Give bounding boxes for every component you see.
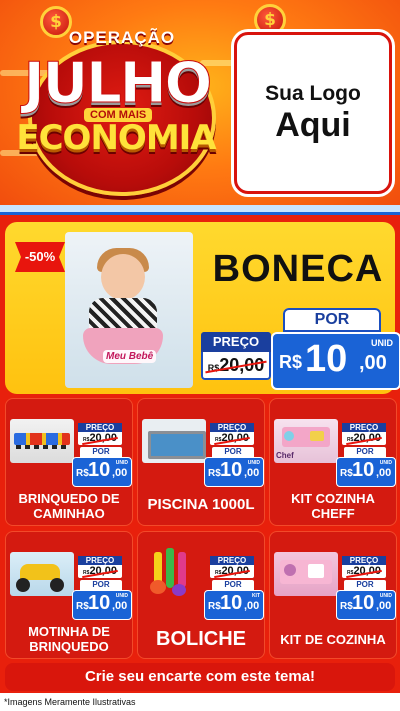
por-label: POR [80, 580, 122, 590]
old-price-box: PREÇO R$20,00 [210, 423, 254, 445]
product-name: PISCINA 1000L [147, 496, 255, 513]
kitchen-toy-icon [274, 552, 338, 596]
preco-label: PREÇO [342, 423, 386, 432]
bowling-pins-icon [142, 546, 206, 598]
currency: R$ [76, 468, 89, 479]
por-label: POR [283, 308, 381, 332]
old-price-box: PREÇO R$20,00 [201, 332, 271, 380]
logo-text-line1: Sua Logo [265, 82, 361, 105]
old-price-box: PREÇO R$20,00 [78, 556, 122, 578]
price-integer: 10 [352, 459, 375, 481]
preco-label: PREÇO [78, 556, 122, 565]
toy-trucks-icon [10, 419, 74, 463]
chef-label: Chef [276, 451, 294, 460]
discount-badge: -50% [15, 242, 65, 272]
new-price-box: R$ 10 ,00 UNID [336, 457, 396, 487]
price-integer: 10 [220, 592, 243, 614]
product-name: KIT DE COZINHA [280, 632, 386, 647]
price-unit: UNID [379, 593, 392, 599]
currency: R$ [340, 468, 353, 479]
product-name: KIT COZINHA CHEFF [291, 491, 375, 521]
title-economia: ECONOMIA [16, 118, 216, 158]
price-decimal: ,00 [376, 600, 392, 612]
price-decimal: ,00 [112, 600, 128, 612]
price-decimal: ,00 [244, 600, 260, 612]
price-integer: 10 [88, 459, 111, 481]
doll-head [101, 254, 145, 300]
new-price-box: R$ 10 ,00 UNID [204, 457, 264, 487]
preco-label: PREÇO [342, 556, 386, 565]
por-label: POR [80, 447, 122, 457]
price-decimal: ,00 [359, 352, 387, 374]
cta-banner[interactable]: Crie seu encarte com este tema! [5, 663, 395, 691]
price-decimal: ,00 [376, 467, 392, 479]
logo-placeholder: Sua Logo Aqui [234, 32, 392, 194]
price-unit: UNID [247, 460, 260, 466]
currency: R$ [340, 601, 353, 612]
old-price: R$20,00 [210, 565, 254, 580]
price-unit: UNID [115, 460, 128, 466]
por-label: POR [344, 447, 386, 457]
old-price: R$20,00 [210, 432, 254, 447]
featured-product-card: Meu Bebê -50% BONECA PREÇO R$20,00 POR R… [5, 222, 400, 394]
currency: R$ [208, 601, 221, 612]
price-integer: 10 [305, 338, 348, 380]
product-name: BOLICHE [156, 628, 246, 650]
divider-blue [0, 212, 400, 215]
product-card: PREÇO R$20,00 POR R$ 10 ,00 KIT BOLICHE [137, 531, 265, 659]
price-integer: 10 [220, 459, 243, 481]
new-price-box: R$ 10 ,00 UNID [271, 332, 400, 390]
old-price: R$20,00 [342, 565, 386, 580]
old-price-box: PREÇO R$20,00 [210, 556, 254, 578]
product-card: Chef PREÇO R$20,00 POR R$ 10 ,00 UNID KI… [269, 398, 397, 526]
pool-icon [142, 419, 206, 463]
preco-label: PREÇO [210, 423, 254, 432]
preco-label: PREÇO [210, 556, 254, 565]
product-name: MOTINHA DE BRINQUEDO [28, 624, 110, 654]
disclaimer-footer: *Imagens Meramente Ilustrativas [0, 693, 400, 711]
product-card: PREÇO R$20,00 POR R$ 10 ,00 UNID MOTINHA… [5, 531, 133, 659]
currency: R$ [279, 352, 303, 372]
logo-text-line2: Aqui [275, 106, 351, 144]
product-card: PREÇO R$20,00 POR R$ 10 ,00 UNID BRINQUE… [5, 398, 133, 526]
por-label: POR [344, 580, 386, 590]
new-price-box: R$ 10 ,00 UNID [336, 590, 396, 620]
price-unit: UNID [115, 593, 128, 599]
doll-product-image: Meu Bebê [65, 232, 193, 388]
doll-package-label: Meu Bebê [103, 350, 157, 363]
preco-label: PREÇO [78, 423, 122, 432]
title-operacao: OPERAÇÃO [68, 28, 176, 47]
currency: R$ [76, 601, 89, 612]
preco-label: PREÇO [201, 332, 271, 352]
old-price: R$20,00 [201, 355, 271, 376]
por-label: POR [212, 447, 254, 457]
por-label: POR [212, 580, 254, 590]
price-unit: UNID [371, 338, 393, 348]
price-integer: 10 [88, 592, 111, 614]
new-price-box: R$ 10 ,00 UNID [72, 457, 132, 487]
price-unit: UNID [379, 460, 392, 466]
old-price: R$20,00 [342, 432, 386, 447]
price-decimal: ,00 [244, 467, 260, 479]
product-name: BRINQUEDO DE CAMINHAO [18, 491, 120, 521]
price-integer: 10 [352, 592, 375, 614]
title-julho: JULHO [23, 51, 212, 116]
old-price: R$20,00 [78, 565, 122, 580]
old-price: R$20,00 [78, 432, 122, 447]
toy-motorcycle-icon [10, 552, 74, 596]
old-price-box: PREÇO R$20,00 [78, 423, 122, 445]
new-price-box: R$ 10 ,00 UNID [72, 590, 132, 620]
price-decimal: ,00 [112, 467, 128, 479]
old-price-box: PREÇO R$20,00 [342, 423, 386, 445]
old-price-box: PREÇO R$20,00 [342, 556, 386, 578]
currency: R$ [208, 468, 221, 479]
header-banner: $ $ OPERAÇÃO JULHO COM MAIS ECONOMIA Sua… [0, 0, 400, 215]
product-card: PREÇO R$20,00 POR R$ 10 ,00 UNID KIT DE … [269, 531, 397, 659]
featured-product-name: BONECA [212, 248, 384, 290]
price-unit: KIT [251, 593, 260, 599]
product-card: PREÇO R$20,00 POR R$ 10 ,00 UNID PISCINA… [137, 398, 265, 526]
kitchen-toy-icon: Chef [274, 419, 338, 463]
new-price-box: R$ 10 ,00 KIT [204, 590, 264, 620]
